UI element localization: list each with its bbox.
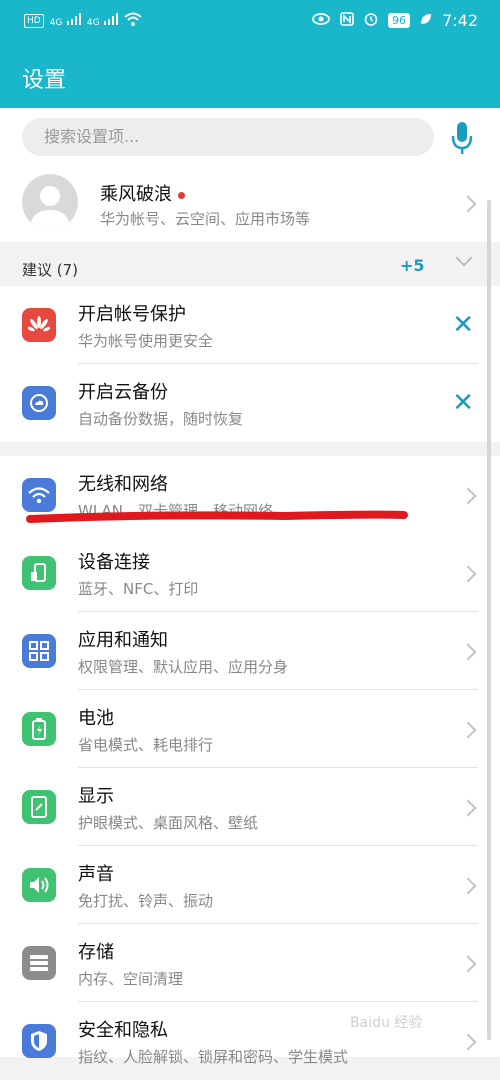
storage-icon (22, 946, 56, 980)
battery-icon (22, 712, 56, 746)
settings-item-subtitle: 内存、空间清理 (78, 970, 184, 988)
settings-item-subtitle: 免打扰、铃声、振动 (78, 892, 214, 910)
settings-item-title: 安全和隐私 (78, 1020, 168, 1041)
settings-item-storage[interactable]: 存储 内存、空间清理 (0, 924, 500, 1002)
alarm-icon (364, 12, 378, 30)
suggestions-header[interactable]: 建议 (7) +5 (0, 242, 500, 286)
chevron-right-icon (459, 877, 477, 895)
red-annotation-underline (26, 510, 408, 523)
suggestion-subtitle: 华为帐号使用更安全 (78, 332, 214, 350)
profile-subtitle: 华为帐号、云空间、应用市场等 (100, 210, 311, 228)
microphone-icon[interactable] (450, 120, 474, 156)
settings-item-title: 声音 (78, 864, 114, 885)
shield-icon (22, 1024, 56, 1058)
settings-item-title: 设备连接 (78, 552, 150, 573)
scrollbar[interactable] (487, 200, 491, 1040)
nfc-icon (340, 11, 354, 30)
cloud-backup-icon (22, 386, 56, 420)
status-bar: HD 4G 4G 96 7:42 (0, 0, 500, 42)
suggestions-card: 开启帐号保护 华为帐号使用更安全 ✕ 开启云备份 自动备份数据，随时恢复 ✕ (0, 286, 500, 442)
chevron-down-icon[interactable] (455, 249, 473, 267)
settings-item-battery[interactable]: 电池 省电模式、耗电排行 (0, 690, 500, 768)
apps-icon (22, 634, 56, 668)
suggestion-item-account-protect[interactable]: 开启帐号保护 华为帐号使用更安全 ✕ (0, 286, 500, 364)
chevron-right-icon (459, 721, 477, 739)
settings-item-subtitle: 蓝牙、NFC、打印 (78, 580, 199, 598)
suggestions-more-count: +5 (400, 256, 425, 275)
suggestion-title: 开启云备份 (78, 382, 168, 403)
dismiss-close-icon[interactable]: ✕ (452, 312, 474, 338)
settings-list: 无线和网络 WLAN、双卡管理、移动网络 设备连接 蓝牙、NFC、打印 应用和通… (0, 456, 500, 1066)
signal-2-icon: 4G (87, 13, 119, 29)
watermark: Baidu 经验 (350, 1015, 423, 1031)
settings-item-subtitle: 权限管理、默认应用、应用分身 (78, 658, 289, 676)
display-icon (22, 790, 56, 824)
notification-dot (178, 191, 185, 199)
settings-item-device-connect[interactable]: 设备连接 蓝牙、NFC、打印 (0, 534, 500, 612)
search-area: 搜索设置项... (0, 108, 500, 168)
chevron-right-icon (459, 1033, 477, 1051)
chevron-right-icon (459, 487, 477, 505)
chevron-right-icon (459, 565, 477, 583)
title-bar: 设置 (0, 42, 500, 108)
sound-icon (22, 868, 56, 902)
signal-1-icon: 4G (50, 13, 81, 29)
wifi-icon (22, 478, 56, 512)
settings-item-security[interactable]: 安全和隐私 指纹、人脸解锁、锁屏和密码、学生模式 (0, 1002, 500, 1080)
suggestion-subtitle: 自动备份数据，随时恢复 (78, 410, 244, 428)
suggestions-label: 建议 (7) (22, 261, 79, 279)
settings-item-title: 应用和通知 (78, 630, 168, 651)
chevron-right-icon (459, 955, 477, 973)
suggestion-title: 开启帐号保护 (78, 304, 186, 325)
wifi-status-icon (124, 12, 142, 30)
battery-indicator: 96 (388, 13, 411, 28)
settings-item-title: 存储 (78, 942, 114, 963)
huawei-icon (22, 308, 56, 342)
settings-item-title: 无线和网络 (78, 474, 168, 495)
chevron-right-icon (459, 195, 477, 213)
settings-item-subtitle: 省电模式、耗电排行 (78, 736, 214, 754)
clock-time: 7:42 (442, 11, 478, 30)
profile-name: 乘风破浪 (100, 180, 185, 206)
avatar (22, 174, 78, 230)
settings-item-title: 电池 (78, 708, 114, 729)
hd-indicator: HD (24, 14, 44, 28)
settings-item-display[interactable]: 显示 护眼模式、桌面风格、壁纸 (0, 768, 500, 846)
settings-item-apps[interactable]: 应用和通知 权限管理、默认应用、应用分身 (0, 612, 500, 690)
eye-icon (312, 12, 330, 29)
chevron-right-icon (459, 643, 477, 661)
dismiss-close-icon[interactable]: ✕ (452, 390, 474, 416)
settings-item-sound[interactable]: 声音 免打扰、铃声、振动 (0, 846, 500, 924)
search-input[interactable]: 搜索设置项... (22, 118, 434, 156)
settings-item-title: 显示 (78, 786, 114, 807)
leaf-icon (420, 13, 432, 29)
device-connect-icon (22, 556, 56, 590)
suggestion-item-cloud-backup[interactable]: 开启云备份 自动备份数据，随时恢复 ✕ (0, 364, 500, 442)
chevron-right-icon (459, 799, 477, 817)
account-profile-row[interactable]: 乘风破浪 华为帐号、云空间、应用市场等 (0, 168, 500, 242)
settings-item-subtitle: 护眼模式、桌面风格、壁纸 (78, 814, 259, 832)
page-title: 设置 (22, 68, 67, 93)
